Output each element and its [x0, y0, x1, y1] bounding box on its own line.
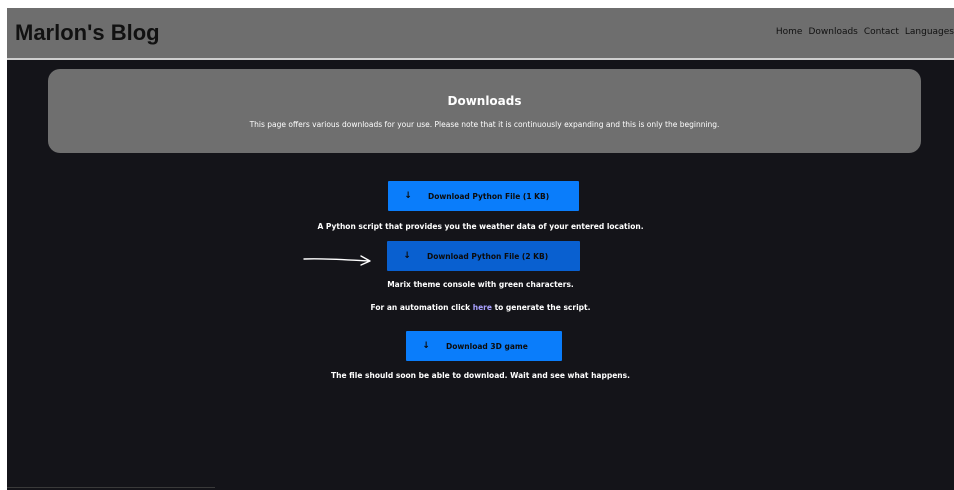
automation-suffix: to generate the script. [491, 303, 591, 312]
download-arrow-icon: ↓ [422, 341, 430, 351]
automation-prefix: For an automation click [370, 303, 473, 312]
nav-languages-link[interactable]: Languages [905, 27, 954, 37]
main-nav: Home Downloads Contact Languages [776, 27, 954, 37]
nav-home-link[interactable]: Home [776, 27, 803, 37]
download-description: Marix theme console with green character… [387, 280, 574, 289]
download-3d-game-button[interactable]: ↓ Download 3D game [406, 331, 562, 361]
site-brand[interactable]: Marlon's Blog [15, 20, 160, 46]
download-button-label: Download 3D game [446, 341, 528, 351]
page-title: Downloads [447, 94, 522, 108]
nav-downloads-link[interactable]: Downloads [808, 27, 857, 37]
download-python-matrix-button[interactable]: ↓ Download Python File (2 KB) [387, 241, 580, 271]
nav-contact-link[interactable]: Contact [864, 27, 899, 37]
download-arrow-icon: ↓ [404, 191, 412, 201]
page-bottom-divider [7, 487, 215, 488]
right-arrow-pointer-icon [303, 255, 371, 266]
browser-viewport: Marlon's Blog Home Downloads Contact Lan… [7, 8, 954, 490]
automation-here-link[interactable]: here [473, 303, 492, 312]
download-description: The file should soon be able to download… [331, 371, 630, 380]
download-python-weather-button[interactable]: ↓ Download Python File (1 KB) [388, 181, 579, 211]
downloads-hero: Downloads This page offers various downl… [48, 69, 921, 153]
download-description: A Python script that provides you the we… [317, 222, 644, 231]
page-intro: This page offers various downloads for y… [249, 120, 720, 129]
download-arrow-icon: ↓ [403, 251, 411, 261]
automation-note: For an automation click here to generate… [7, 303, 954, 313]
download-button-label: Download Python File (1 KB) [428, 191, 550, 201]
download-button-label: Download Python File (2 KB) [427, 251, 549, 261]
site-header: Marlon's Blog Home Downloads Contact Lan… [7, 8, 954, 60]
